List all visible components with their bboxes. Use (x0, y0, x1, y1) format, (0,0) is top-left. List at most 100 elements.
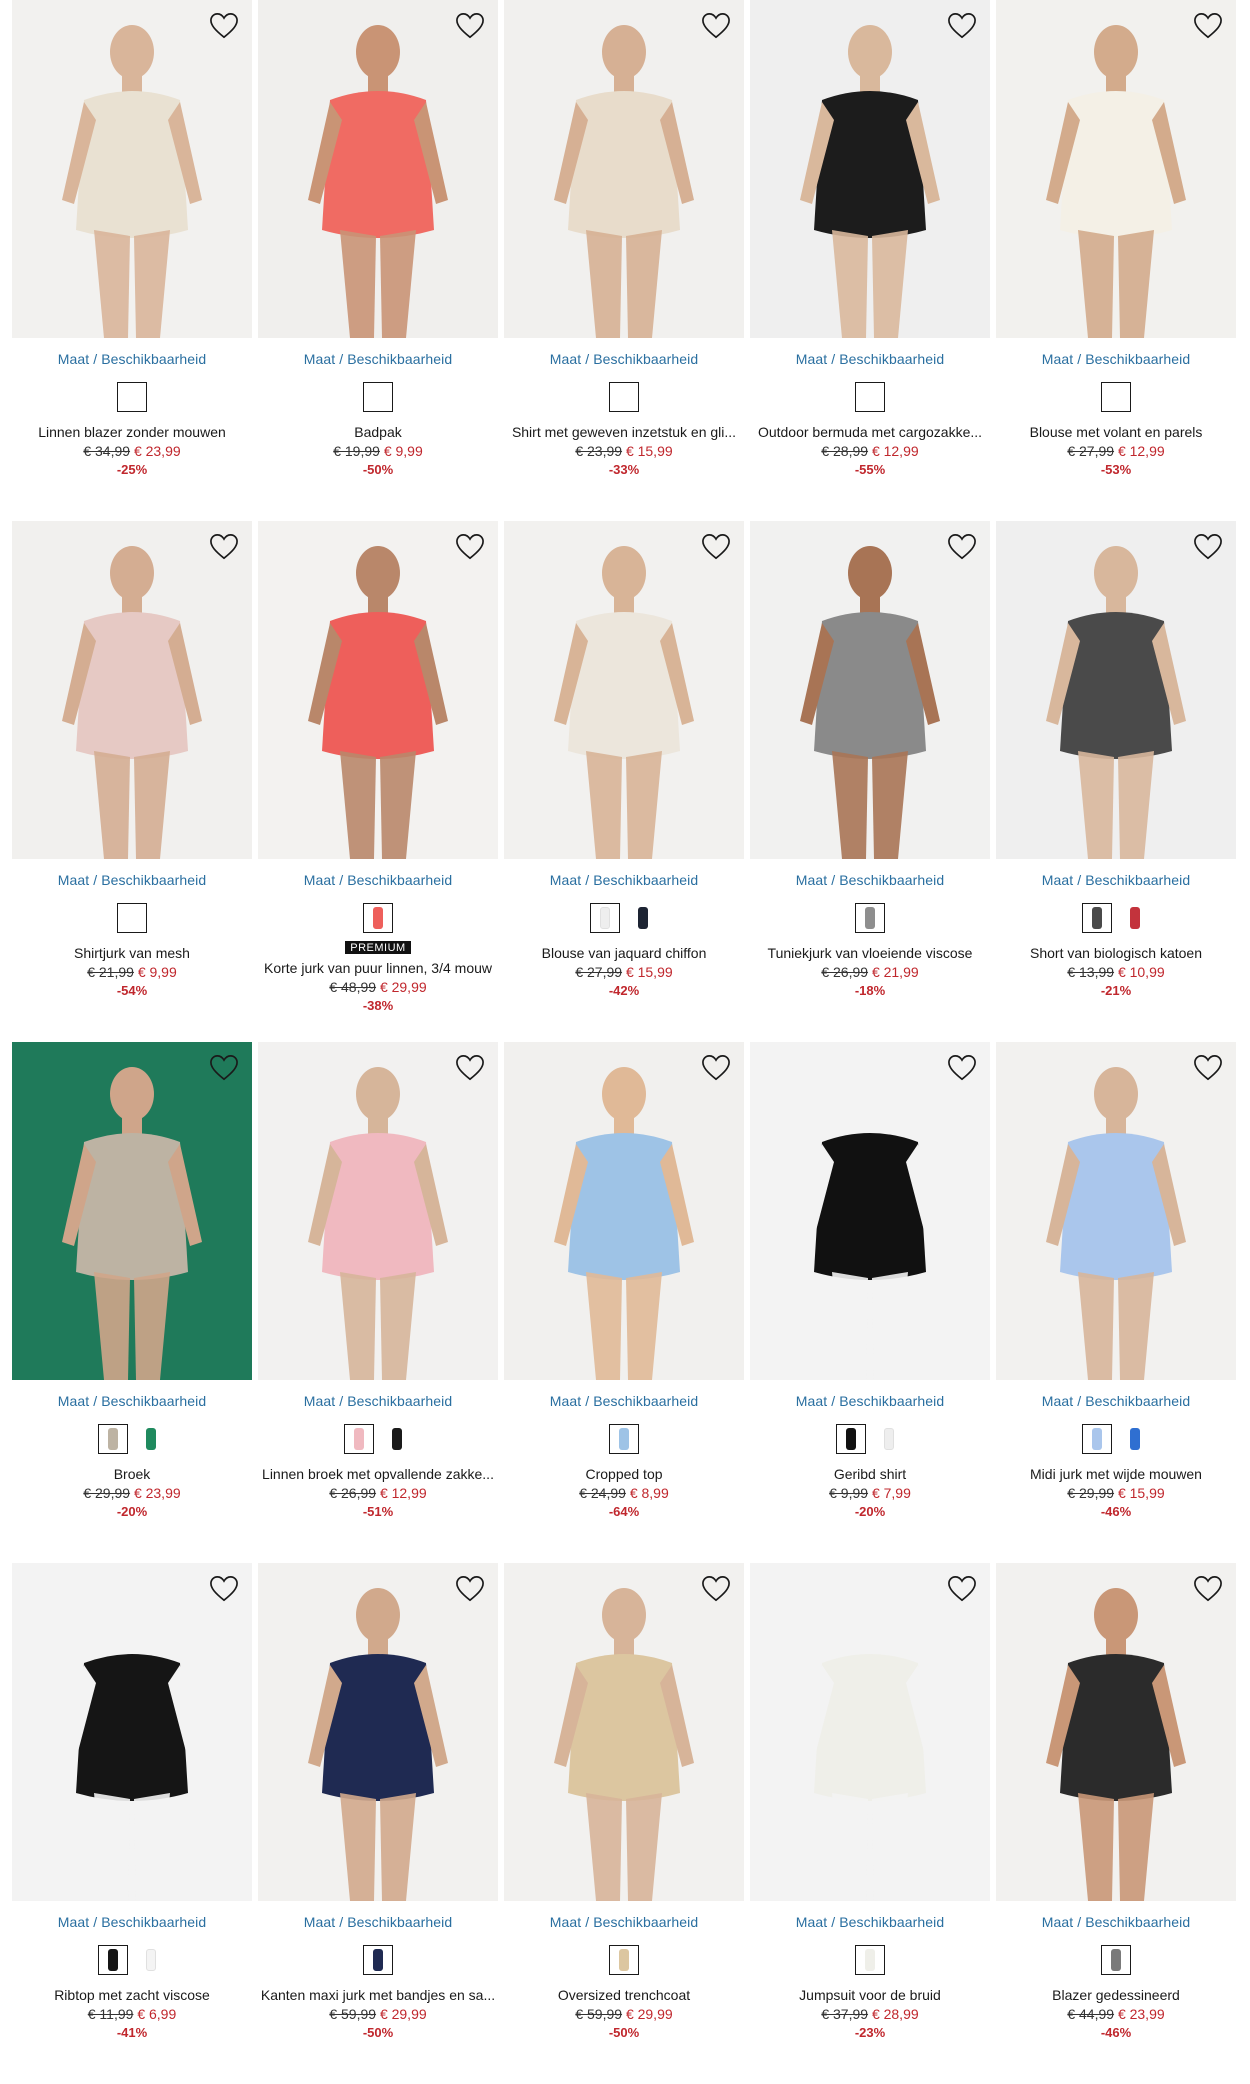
color-swatch[interactable] (98, 1945, 128, 1975)
size-availability-link[interactable]: Maat / Beschikbaarheid (750, 1914, 990, 1930)
product-image[interactable] (504, 1563, 744, 1901)
size-availability-link[interactable]: Maat / Beschikbaarheid (504, 351, 744, 367)
product-name[interactable]: Oversized trenchcoat (504, 1987, 744, 2003)
size-availability-link[interactable]: Maat / Beschikbaarheid (750, 872, 990, 888)
size-availability-link[interactable]: Maat / Beschikbaarheid (258, 1393, 498, 1409)
color-swatch[interactable] (855, 382, 885, 412)
color-swatch[interactable] (136, 1424, 166, 1454)
product-image[interactable] (996, 1563, 1236, 1901)
product-name[interactable]: Short van biologisch katoen (996, 945, 1236, 961)
product-image[interactable] (996, 1042, 1236, 1380)
size-availability-link[interactable]: Maat / Beschikbaarheid (12, 872, 252, 888)
color-swatch[interactable] (363, 1945, 393, 1975)
color-swatch[interactable] (1101, 382, 1131, 412)
product-card[interactable]: Maat / Beschikbaarheid Kanten maxi jurk … (258, 1563, 498, 2084)
product-card[interactable]: Maat / Beschikbaarheid Outdoor bermuda m… (750, 0, 990, 521)
product-card[interactable]: Maat / Beschikbaarheid Cropped top € 24,… (504, 1042, 744, 1563)
wishlist-heart-icon[interactable] (700, 1052, 732, 1084)
wishlist-heart-icon[interactable] (1192, 1052, 1224, 1084)
product-image[interactable] (258, 1042, 498, 1380)
wishlist-heart-icon[interactable] (454, 531, 486, 563)
product-name[interactable]: Broek (12, 1466, 252, 1482)
size-availability-link[interactable]: Maat / Beschikbaarheid (258, 1914, 498, 1930)
product-name[interactable]: Blouse met volant en parels (996, 424, 1236, 440)
product-card[interactable]: Maat / Beschikbaarheid Blouse van jaquar… (504, 521, 744, 1042)
wishlist-heart-icon[interactable] (946, 1052, 978, 1084)
product-image[interactable] (258, 521, 498, 859)
product-image[interactable] (12, 1042, 252, 1380)
size-availability-link[interactable]: Maat / Beschikbaarheid (12, 351, 252, 367)
color-swatch[interactable] (590, 903, 620, 933)
color-swatch[interactable] (344, 1424, 374, 1454)
product-name[interactable]: Blouse van jaquard chiffon (504, 945, 744, 961)
wishlist-heart-icon[interactable] (208, 1573, 240, 1605)
product-name[interactable]: Blazer gedessineerd (996, 1987, 1236, 2003)
product-card[interactable]: Maat / Beschikbaarheid Badpak € 19,99 € … (258, 0, 498, 521)
size-availability-link[interactable]: Maat / Beschikbaarheid (750, 1393, 990, 1409)
product-name[interactable]: Geribd shirt (750, 1466, 990, 1482)
color-swatch[interactable] (609, 1945, 639, 1975)
color-swatch[interactable] (382, 1424, 412, 1454)
product-image[interactable] (258, 0, 498, 338)
wishlist-heart-icon[interactable] (946, 531, 978, 563)
wishlist-heart-icon[interactable] (700, 10, 732, 42)
product-card[interactable]: Maat / Beschikbaarheid Midi jurk met wij… (996, 1042, 1236, 1563)
wishlist-heart-icon[interactable] (454, 10, 486, 42)
wishlist-heart-icon[interactable] (700, 531, 732, 563)
product-name[interactable]: Kanten maxi jurk met bandjes en sa... (258, 1987, 498, 2003)
size-availability-link[interactable]: Maat / Beschikbaarheid (504, 1393, 744, 1409)
size-availability-link[interactable]: Maat / Beschikbaarheid (750, 351, 990, 367)
size-availability-link[interactable]: Maat / Beschikbaarheid (12, 1914, 252, 1930)
product-card[interactable]: Maat / Beschikbaarheid Blazer gedessinee… (996, 1563, 1236, 2084)
product-image[interactable] (750, 1563, 990, 1901)
color-swatch[interactable] (1120, 1424, 1150, 1454)
product-image[interactable] (996, 521, 1236, 859)
product-name[interactable]: Shirt met geweven inzetstuk en gli... (504, 424, 744, 440)
product-image[interactable] (12, 1563, 252, 1901)
product-image[interactable] (750, 1042, 990, 1380)
product-image[interactable] (996, 0, 1236, 338)
size-availability-link[interactable]: Maat / Beschikbaarheid (504, 872, 744, 888)
wishlist-heart-icon[interactable] (208, 531, 240, 563)
product-card[interactable]: Maat / Beschikbaarheid Blouse met volant… (996, 0, 1236, 521)
color-swatch[interactable] (874, 1424, 904, 1454)
color-swatch[interactable] (1120, 903, 1150, 933)
size-availability-link[interactable]: Maat / Beschikbaarheid (12, 1393, 252, 1409)
product-name[interactable]: Jumpsuit voor de bruid (750, 1987, 990, 2003)
product-card[interactable]: Maat / Beschikbaarheid Shirtjurk van mes… (12, 521, 252, 1042)
product-card[interactable]: Maat / Beschikbaarheid Broek € 29,99 € 2… (12, 1042, 252, 1563)
wishlist-heart-icon[interactable] (208, 10, 240, 42)
product-card[interactable]: Maat / Beschikbaarheid Ribtop met zacht … (12, 1563, 252, 2084)
color-swatch[interactable] (628, 903, 658, 933)
wishlist-heart-icon[interactable] (208, 1052, 240, 1084)
product-card[interactable]: Maat / Beschikbaarheid Tuniekjurk van vl… (750, 521, 990, 1042)
size-availability-link[interactable]: Maat / Beschikbaarheid (996, 872, 1236, 888)
color-swatch[interactable] (136, 1945, 166, 1975)
color-swatch[interactable] (117, 903, 147, 933)
color-swatch[interactable] (1082, 1424, 1112, 1454)
product-name[interactable]: Midi jurk met wijde mouwen (996, 1466, 1236, 1482)
product-name[interactable]: Ribtop met zacht viscose (12, 1987, 252, 2003)
color-swatch[interactable] (1101, 1945, 1131, 1975)
size-availability-link[interactable]: Maat / Beschikbaarheid (996, 351, 1236, 367)
product-card[interactable]: Maat / Beschikbaarheid PREMIUM Korte jur… (258, 521, 498, 1042)
product-card[interactable]: Maat / Beschikbaarheid Oversized trenchc… (504, 1563, 744, 2084)
color-swatch[interactable] (117, 382, 147, 412)
wishlist-heart-icon[interactable] (454, 1052, 486, 1084)
product-card[interactable]: Maat / Beschikbaarheid Jumpsuit voor de … (750, 1563, 990, 2084)
size-availability-link[interactable]: Maat / Beschikbaarheid (996, 1393, 1236, 1409)
product-name[interactable]: Outdoor bermuda met cargozakke... (750, 424, 990, 440)
wishlist-heart-icon[interactable] (700, 1573, 732, 1605)
product-name[interactable]: Linnen blazer zonder mouwen (12, 424, 252, 440)
product-name[interactable]: Badpak (258, 424, 498, 440)
color-swatch[interactable] (363, 903, 393, 933)
size-availability-link[interactable]: Maat / Beschikbaarheid (258, 872, 498, 888)
wishlist-heart-icon[interactable] (1192, 531, 1224, 563)
color-swatch[interactable] (1082, 903, 1112, 933)
color-swatch[interactable] (855, 1945, 885, 1975)
color-swatch[interactable] (836, 1424, 866, 1454)
product-image[interactable] (504, 1042, 744, 1380)
product-image[interactable] (750, 0, 990, 338)
product-name[interactable]: Linnen broek met opvallende zakke... (258, 1466, 498, 1482)
wishlist-heart-icon[interactable] (1192, 1573, 1224, 1605)
